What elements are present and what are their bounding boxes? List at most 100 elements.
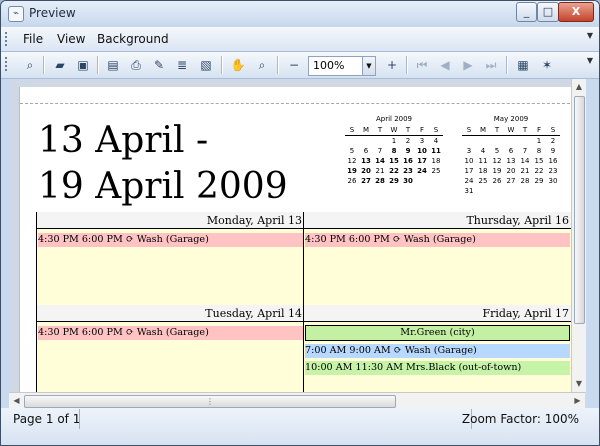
calendar-event[interactable]: 4:30 PM 6:00 PM ⟳ Wash (Garage)	[38, 326, 303, 340]
menu-grip-icon[interactable]	[5, 32, 9, 46]
day-header: Friday, April 17	[304, 305, 571, 322]
menu-file[interactable]: File	[23, 32, 43, 46]
calendar-date: 1	[536, 137, 542, 145]
day-header: Monday, April 13	[37, 212, 304, 229]
calendar-date: 11	[431, 147, 441, 155]
weekday-header: M	[479, 126, 487, 134]
calendar-date: 9	[405, 147, 411, 155]
calendar-date: 5	[494, 147, 500, 155]
multiple-pages-icon[interactable]: ▦	[514, 56, 532, 74]
calendar-date: 29	[389, 177, 399, 185]
calendar-date: 12	[347, 157, 357, 165]
header-footer-icon[interactable]: ≣	[173, 56, 191, 74]
mini-calendar-april: April 2009 S M T W T F S 1 2 3 4 5 6 7 8	[345, 115, 443, 203]
weekday-header: S	[466, 126, 472, 134]
calendar-event[interactable]: 4:30 PM 6:00 PM ⟳ Wash (Garage)	[305, 233, 570, 247]
find-binoculars-icon[interactable]: ⌕	[21, 56, 39, 74]
calendar-date: 2	[405, 137, 411, 145]
day-header: Thursday, April 16	[304, 212, 571, 229]
calendar-date: 27	[361, 177, 371, 185]
week-date-range: 13 April - 19 April 2009	[38, 118, 298, 210]
day-header: Tuesday, April 14	[37, 305, 304, 322]
weekday-header: T	[522, 126, 528, 134]
hand-tool-icon[interactable]: ✋	[229, 56, 247, 74]
calendar-date: 9	[550, 147, 556, 155]
chevron-down-icon[interactable]: ▼	[362, 57, 375, 75]
menu-overflow-chevron-icon[interactable]: ▼	[585, 31, 595, 47]
zoom-out-icon[interactable]: −	[285, 56, 303, 74]
horizontal-scrollbar[interactable]: ◀ ⋮ ▶	[9, 392, 585, 409]
horizontal-scroll-thumb[interactable]: ⋮	[24, 395, 396, 408]
scroll-down-arrow-icon[interactable]: ▼	[572, 377, 586, 391]
scroll-left-arrow-icon[interactable]: ◀	[9, 394, 24, 408]
calendar-date: 10	[464, 157, 474, 165]
vertical-scrollbar[interactable]: ▲ ▼	[571, 79, 586, 392]
close-button[interactable]: X	[558, 2, 594, 22]
calendar-date: 7	[377, 147, 383, 155]
calendar-date: 3	[419, 137, 425, 145]
calendar-date: 27	[506, 177, 516, 185]
toolbar-overflow-chevron-icon[interactable]: ▼	[585, 56, 595, 72]
calendar-date: 10	[417, 147, 427, 155]
page-setup-options-icon[interactable]: ✎	[150, 56, 168, 74]
scroll-right-arrow-icon[interactable]: ▶	[570, 394, 585, 408]
weekday-header-row: S M T W T F S	[345, 125, 443, 136]
vertical-scroll-thumb[interactable]	[574, 96, 585, 324]
scroll-up-arrow-icon[interactable]: ▲	[572, 80, 586, 94]
calendar-event[interactable]: 7:00 AM 9:00 AM ⟳ Wash (Garage)	[305, 344, 570, 358]
preview-page: 13 April - 19 April 2009 April 2009 S M …	[19, 87, 582, 392]
next-page-icon[interactable]: ▶	[459, 56, 477, 74]
page-indicator: Page 1 of 1	[13, 412, 81, 426]
print-preview-area[interactable]: 13 April - 19 April 2009 April 2009 S M …	[9, 79, 585, 392]
calendar-event[interactable]: 10:00 AM 11:30 AM Mrs.Black (out-of-town…	[305, 361, 570, 375]
calendar-date: 16	[548, 157, 558, 165]
toolbar-separator	[406, 56, 408, 74]
calendar-date: 25	[431, 167, 441, 175]
week-schedule-grid: Monday, April 13 4:30 PM 6:00 PM ⟳ Wash …	[36, 212, 572, 392]
calendar-date: 12	[492, 157, 502, 165]
calendar-date: 8	[391, 147, 397, 155]
calendar-date: 21	[375, 167, 385, 175]
mini-calendar-title: April 2009	[375, 115, 413, 123]
maximize-button[interactable]: □	[537, 2, 559, 22]
calendar-date: 20	[506, 167, 516, 175]
background-color-icon[interactable]: ✶	[538, 56, 556, 74]
calendar-date: 20	[361, 167, 371, 175]
calendar-event[interactable]: 4:30 PM 6:00 PM ⟳ Wash (Garage)	[38, 233, 303, 247]
open-folder-icon[interactable]: ▰	[51, 56, 69, 74]
toolbar-separator	[277, 56, 279, 74]
calendar-date: 4	[480, 147, 486, 155]
calendar-date: 1	[391, 137, 397, 145]
calendar-date: 22	[534, 167, 544, 175]
last-page-icon[interactable]: ⏭	[482, 56, 500, 74]
calendar-date: 23	[403, 167, 413, 175]
magnifier-icon[interactable]: ⌕	[253, 56, 271, 74]
page-setup-icon[interactable]: ▤	[104, 56, 122, 74]
calendar-date: 16	[403, 157, 413, 165]
print-icon[interactable]: ⎙	[127, 56, 145, 74]
calendar-date: 8	[536, 147, 542, 155]
weekday-header: W	[507, 126, 515, 134]
save-icon[interactable]: ▣	[74, 56, 92, 74]
calendar-date: 19	[347, 167, 357, 175]
zoom-in-icon[interactable]: +	[383, 56, 401, 74]
toolbar-grip-icon[interactable]	[5, 57, 9, 71]
first-page-icon[interactable]: ⏮	[413, 56, 431, 74]
scale-icon[interactable]: ▧	[197, 56, 215, 74]
calendar-date: 26	[492, 177, 502, 185]
toolbar-separator	[43, 56, 45, 74]
calendar-date: 18	[478, 167, 488, 175]
calendar-date: 23	[548, 167, 558, 175]
menu-view[interactable]: View	[57, 32, 85, 46]
weekday-header: M	[362, 126, 370, 134]
calendar-date: 30	[403, 177, 413, 185]
minimize-button[interactable]: _	[516, 2, 537, 22]
day-monday-april-13: Monday, April 13 4:30 PM 6:00 PM ⟳ Wash …	[36, 212, 305, 306]
zoom-factor: Zoom Factor: 100%	[461, 412, 579, 426]
calendar-date: 2	[550, 137, 556, 145]
all-day-event[interactable]: Mr.Green (city)	[305, 325, 570, 341]
previous-page-icon[interactable]: ◀	[436, 56, 454, 74]
menu-background[interactable]: Background	[97, 32, 169, 46]
calendar-date: 19	[492, 167, 502, 175]
zoom-combo[interactable]: 100% ▼	[308, 56, 376, 76]
